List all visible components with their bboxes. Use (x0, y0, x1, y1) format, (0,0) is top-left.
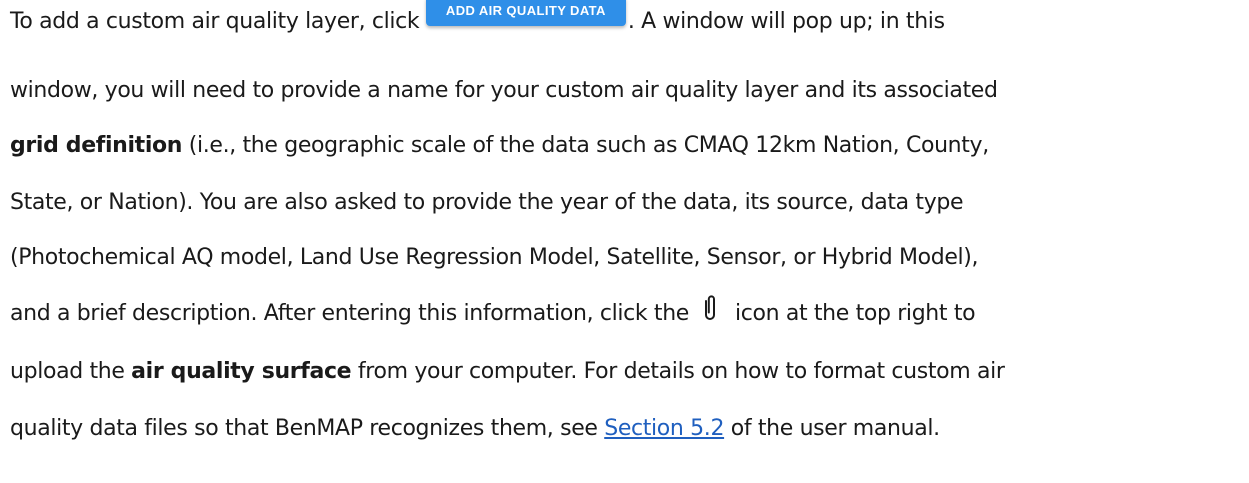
line-7-text-b: from your computer. For details on how t… (351, 359, 1005, 384)
line-2-text: window, you will need to provide a name … (10, 78, 998, 103)
paragraph-line-5: (Photochemical AQ model, Land Use Regres… (10, 238, 979, 278)
line-1-text-b: . A window will pop up; in this (627, 9, 945, 34)
line-8-text-b: of the user manual. (724, 416, 940, 441)
air-quality-surface-term: air quality surface (131, 359, 352, 384)
paperclip-icon (695, 294, 725, 324)
line-3-text: (i.e., the geographic scale of the data … (182, 133, 989, 158)
paragraph-line-3: grid definition (i.e., the geographic sc… (10, 126, 989, 166)
paragraph-line-2: window, you will need to provide a name … (10, 71, 998, 111)
paragraph-line-4: State, or Nation). You are also asked to… (10, 183, 964, 223)
paragraph-line-6: and a brief description. After entering … (10, 294, 976, 334)
paragraph-line-1: To add a custom air quality layer, click… (10, 0, 945, 42)
paragraph-line-8: quality data files so that BenMAP recogn… (10, 409, 940, 449)
line-6-text-a: and a brief description. After entering … (10, 301, 689, 326)
line-1-text-a: To add a custom air quality layer, click (10, 9, 426, 34)
line-6-text-b: icon at the top right to (734, 301, 976, 326)
line-4-text: State, or Nation). You are also asked to… (10, 190, 964, 215)
section-5-2-link[interactable]: Section 5.2 (604, 416, 724, 441)
paragraph-line-7: upload the air quality surface from your… (10, 352, 1005, 392)
line-5-text: (Photochemical AQ model, Land Use Regres… (10, 245, 979, 270)
line-7-text-a: upload the (10, 359, 132, 384)
line-8-text-a: quality data files so that BenMAP recogn… (10, 416, 605, 441)
grid-definition-term: grid definition (10, 133, 183, 158)
add-air-quality-data-button[interactable]: ADD AIR QUALITY DATA (425, 0, 626, 26)
